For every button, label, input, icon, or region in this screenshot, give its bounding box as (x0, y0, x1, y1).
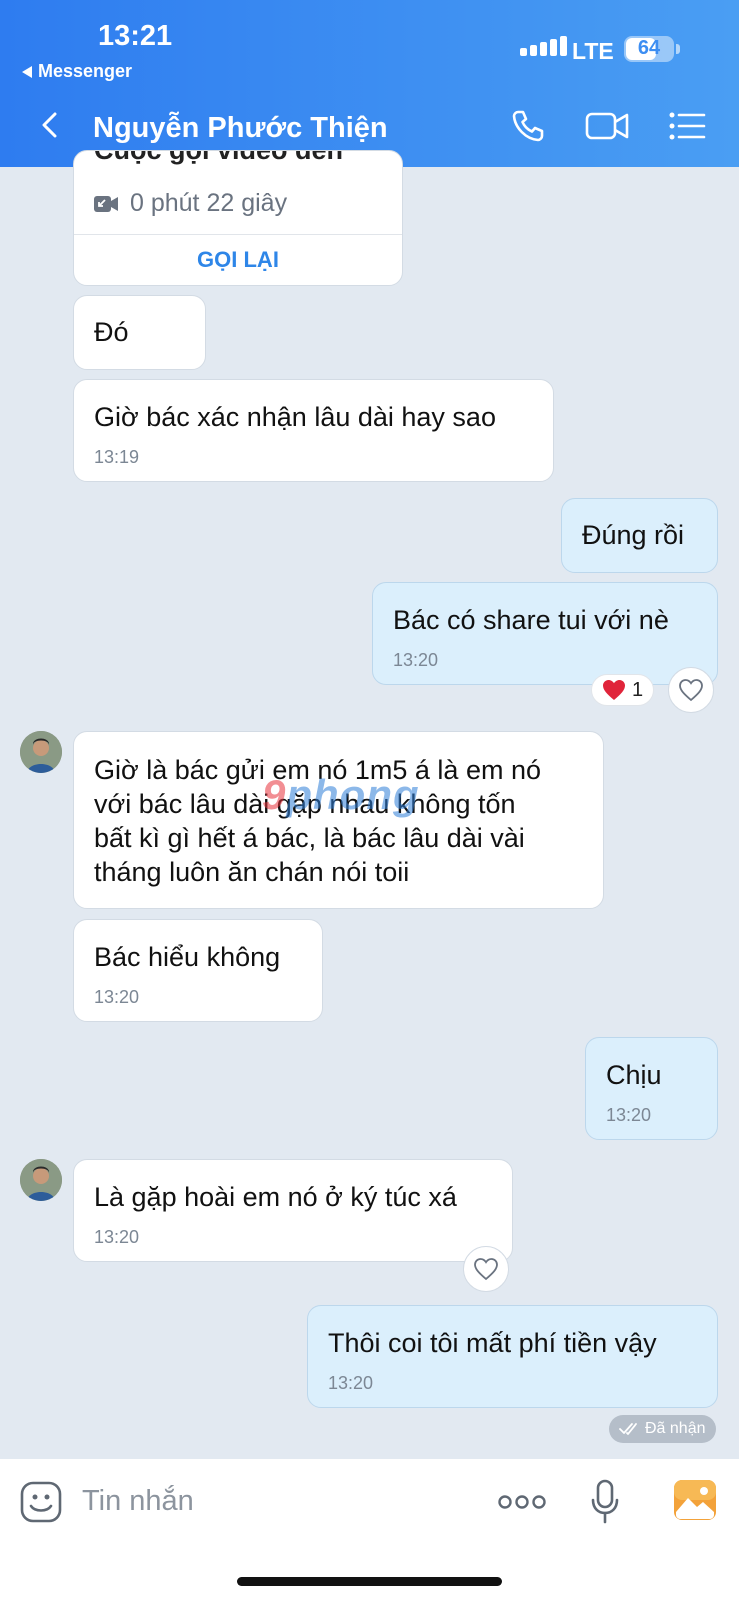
more-options-icon[interactable] (498, 1495, 546, 1509)
back-app-label: Messenger (38, 61, 133, 81)
message-time: 13:20 (328, 1373, 374, 1393)
sticker-emoji-icon[interactable] (20, 1481, 62, 1523)
delivery-status-text: Đã nhận (645, 1420, 706, 1437)
message-bubble-received[interactable]: Đó (73, 295, 206, 370)
reaction-count: 1 (632, 678, 644, 701)
message-time: 13:19 (94, 447, 140, 467)
message-text: Là gặp hoài em nó ở ký túc xá (94, 1182, 457, 1212)
message-text: Bác hiểu không (94, 942, 281, 972)
message-bubble-sent[interactable]: Thôi coi tôi mất phí tiền vậy 13:20 (307, 1305, 718, 1408)
message-composer: Tin nhắn (0, 1459, 739, 1600)
video-call-card: Cuộc gọi video đến 0 phút 22 giây GỌI LẠ… (73, 150, 403, 286)
back-to-messenger[interactable]: Messenger (22, 61, 132, 82)
gallery-image-icon[interactable] (673, 1479, 717, 1521)
message-time: 13:20 (393, 650, 439, 670)
heart-outline-icon (474, 1258, 498, 1281)
message-text: Bác có share tui với nè (393, 605, 669, 635)
message-bubble-received[interactable]: Giờ bác xác nhận lâu dài hay sao 13:19 (73, 379, 554, 482)
back-triangle-icon (22, 65, 32, 78)
message-time: 13:20 (606, 1105, 652, 1125)
message-time: 13:20 (94, 987, 140, 1007)
message-input[interactable]: Tin nhắn (82, 1485, 194, 1518)
call-card-divider (74, 234, 402, 235)
battery-level: 64 (637, 37, 661, 59)
contact-avatar[interactable] (20, 731, 62, 773)
message-text: Chịu (606, 1060, 662, 1090)
message-bubble-sent[interactable]: Chịu 13:20 (585, 1037, 718, 1140)
signal-strength-icon (520, 36, 567, 56)
message-text: Giờ bác xác nhận lâu dài hay sao (94, 402, 496, 432)
call-back-button[interactable]: GỌI LẠI (74, 247, 402, 273)
delivery-status-badge: Đã nhận (609, 1415, 716, 1443)
battery-icon: 64 (624, 36, 680, 62)
call-duration-text: 0 phút 22 giây (130, 189, 288, 217)
call-card-title: Cuộc gọi video đến (94, 150, 344, 165)
back-arrow-icon[interactable] (38, 112, 64, 138)
missed-video-icon (94, 195, 118, 212)
message-line: bất kì gì hết á bác, là bác lâu dài vài (94, 823, 525, 853)
message-bubble-received[interactable]: Giờ là bác gửi em nó 1m5 á là em nó với … (73, 731, 604, 909)
message-line: tháng luôn ăn chán nói toii (94, 857, 410, 887)
contact-name[interactable]: Nguyễn Phước Thiện (93, 112, 388, 145)
watermark-logo: 9phong (262, 771, 420, 818)
chat-header: 13:21 Messenger LTE 64 Nguyễn Phước Thiệ… (0, 0, 739, 167)
message-time: 13:20 (94, 1227, 140, 1247)
message-bubble-sent[interactable]: Bác có share tui với nè 13:20 (372, 582, 718, 685)
heart-outline-icon (679, 679, 703, 702)
message-bubble-received[interactable]: Bác hiểu không 13:20 (73, 919, 323, 1022)
call-duration: 0 phút 22 giây (94, 189, 287, 218)
menu-list-icon[interactable] (668, 108, 706, 144)
message-text: Thôi coi tôi mất phí tiền vậy (328, 1328, 657, 1358)
red-heart-icon (603, 680, 625, 700)
react-button[interactable] (463, 1246, 509, 1292)
reaction-badge[interactable]: 1 (591, 674, 655, 706)
video-camera-icon[interactable] (585, 108, 629, 144)
message-text: Đúng rồi (582, 520, 685, 550)
status-time: 13:21 (98, 20, 173, 52)
message-text: Đó (94, 317, 129, 347)
phone-icon[interactable] (510, 108, 546, 144)
microphone-icon[interactable] (590, 1479, 620, 1525)
react-button[interactable] (668, 667, 714, 713)
contact-avatar[interactable] (20, 1159, 62, 1201)
message-bubble-sent[interactable]: Đúng rồi (561, 498, 718, 573)
network-type: LTE (572, 38, 614, 64)
double-check-icon (619, 1423, 637, 1435)
home-indicator (237, 1577, 502, 1586)
message-bubble-received[interactable]: Là gặp hoài em nó ở ký túc xá 13:20 (73, 1159, 513, 1262)
